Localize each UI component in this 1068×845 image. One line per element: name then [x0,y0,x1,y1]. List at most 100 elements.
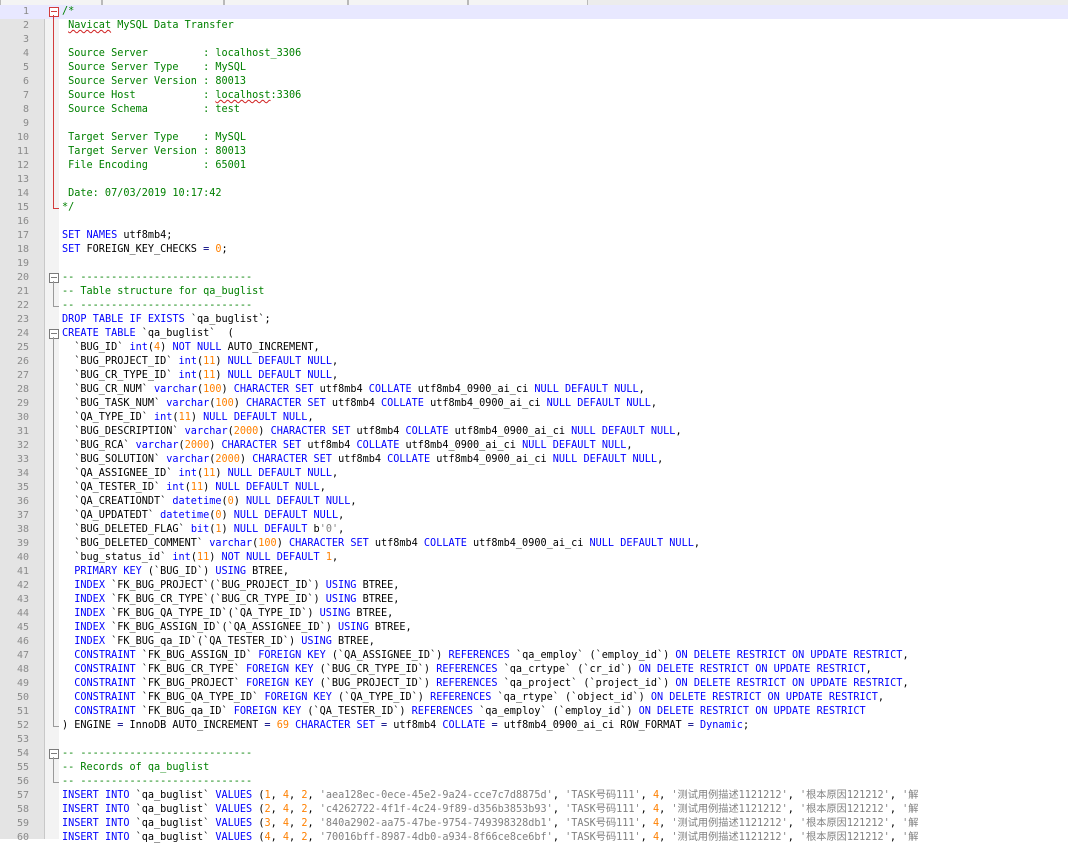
code-line[interactable]: 21 -- Table structure for qa_buglist [0,285,1068,299]
code-line[interactable]: 1 /* [0,5,1068,19]
code-line[interactable]: 25 `BUG_ID` int(4) NOT NULL AUTO_INCREME… [0,341,1068,355]
line-number: 34 [16,468,29,479]
code-line[interactable]: 9 [0,117,1068,131]
fold-toggle-icon[interactable] [49,5,60,19]
code-line[interactable]: 45 INDEX `FK_BUG_ASSIGN_ID`(`QA_ASSIGNEE… [0,621,1068,635]
code-text: Source Host : localhost:3306 [62,90,302,101]
code-line[interactable]: 33 `BUG_SOLUTION` varchar(2000) CHARACTE… [0,453,1068,467]
fold-line-icon [49,593,60,607]
code-line[interactable]: 60 INSERT INTO `qa_buglist` VALUES (4, 4,… [0,831,1068,845]
code-text: CONSTRAINT `FK_BUG_PROJECT` FOREIGN KEY … [74,678,909,689]
code-line[interactable]: 16 [0,215,1068,229]
line-number: 29 [16,398,29,409]
code-text: DROP TABLE IF EXISTS `qa_buglist`; [62,314,271,325]
code-line[interactable]: 7 Source Host : localhost:3306 [0,89,1068,103]
fold-line-icon [49,47,60,61]
code-text: `BUG_CR_TYPE_ID` int(11) NULL DEFAULT NU… [62,370,339,381]
code-line[interactable]: 40 `bug_status_id` int(11) NOT NULL DEFA… [0,551,1068,565]
code-line[interactable]: 10 Target Server Type : MySQL [0,131,1068,145]
code-line[interactable]: 53 [0,733,1068,747]
fold-line-icon [49,159,60,173]
code-line[interactable]: 18 SET FOREIGN_KEY_CHECKS = 0; [0,243,1068,257]
line-number: 46 [16,636,29,647]
code-line[interactable]: 55 -- Records of qa_buglist [0,761,1068,775]
code-line[interactable]: 24 CREATE TABLE `qa_buglist` ( [0,327,1068,341]
code-line[interactable]: 12 File Encoding : 65001 [0,159,1068,173]
code-text: `QA_TESTER_ID` int(11) NULL DEFAULT NULL… [62,482,326,493]
fold-toggle-icon[interactable] [49,747,60,761]
line-number: 4 [22,48,29,59]
line-number: 60 [16,832,29,843]
code-line[interactable]: 49 CONSTRAINT `FK_BUG_PROJECT` FOREIGN K… [0,677,1068,691]
code-line[interactable]: 6 Source Server Version : 80013 [0,75,1068,89]
code-line[interactable]: 37 `QA_UPDATEDT` datetime(0) NULL DEFAUL… [0,509,1068,523]
fold-toggle-icon[interactable] [49,327,60,341]
code-line[interactable]: 17 SET NAMES utf8mb4; [0,229,1068,243]
code-line[interactable]: 23 DROP TABLE IF EXISTS `qa_buglist`; [0,313,1068,327]
code-text: CONSTRAINT `FK_BUG_qa_ID` FOREIGN KEY (`… [74,706,866,717]
fold-toggle-icon[interactable] [49,271,60,285]
code-line[interactable]: 11 Target Server Version : 80013 [0,145,1068,159]
code-line[interactable]: 29 `BUG_TASK_NUM` varchar(100) CHARACTER… [0,397,1068,411]
code-text: `BUG_SOLUTION` varchar(2000) CHARACTER S… [62,454,664,465]
fold-line-icon [49,117,60,131]
code-line[interactable]: 52) ENGINE = InnoDB AUTO_INCREMENT = 69 … [0,719,1068,733]
code-line[interactable]: 43 INDEX `FK_BUG_CR_TYPE`(`BUG_CR_TYPE_I… [0,593,1068,607]
code-text: -- Table structure for qa_buglist [62,286,265,297]
code-line[interactable]: 42 INDEX `FK_BUG_PROJECT`(`BUG_PROJECT_I… [0,579,1068,593]
code-line[interactable]: 5 Source Server Type : MySQL [0,61,1068,75]
code-line[interactable]: 30 `QA_TYPE_ID` int(11) NULL DEFAULT NUL… [0,411,1068,425]
code-line[interactable]: 46 INDEX `FK_BUG_qa_ID`(`QA_TESTER_ID`) … [0,635,1068,649]
code-line[interactable]: 4 Source Server : localhost_3306 [0,47,1068,61]
fold-line-icon [49,649,60,663]
code-line[interactable]: 38 `BUG_DELETED_FLAG` bit(1) NULL DEFAUL… [0,523,1068,537]
code-line[interactable]: 39 `BUG_DELETED_COMMENT` varchar(100) CH… [0,537,1068,551]
code-text: ) ENGINE = InnoDB AUTO_INCREMENT = 69 CH… [62,720,750,731]
code-line[interactable]: 57 INSERT INTO `qa_buglist` VALUES (1, 4,… [0,789,1068,803]
code-line[interactable]: 19 [0,257,1068,271]
code-line[interactable]: 47 CONSTRAINT `FK_BUG_ASSIGN_ID` FOREIGN… [0,649,1068,663]
fold-line-icon [49,411,60,425]
fold-line-icon [49,173,60,187]
code-text: `QA_ASSIGNEE_ID` int(11) NULL DEFAULT NU… [62,468,339,479]
code-line[interactable]: 35 `QA_TESTER_ID` int(11) NULL DEFAULT N… [0,481,1068,495]
line-number: 25 [16,342,29,353]
code-line[interactable]: 54 -- ---------------------------- [0,747,1068,761]
code-line[interactable]: 8 Source Schema : test [0,103,1068,117]
code-line[interactable]: 44 INDEX `FK_BUG_QA_TYPE_ID`(`QA_TYPE_ID… [0,607,1068,621]
fold-line-icon [49,285,60,299]
fold-line-icon [49,621,60,635]
code-line[interactable]: 26 `BUG_PROJECT_ID` int(11) NULL DEFAULT… [0,355,1068,369]
code-line[interactable]: 48 CONSTRAINT `FK_BUG_CR_TYPE` FOREIGN K… [0,663,1068,677]
code-line[interactable]: 27 `BUG_CR_TYPE_ID` int(11) NULL DEFAULT… [0,369,1068,383]
line-number: 57 [16,790,29,801]
line-number: 5 [22,62,29,73]
code-text: INSERT INTO `qa_buglist` VALUES (1, 4, 2… [62,790,919,801]
code-line[interactable]: 14 Date: 07/03/2019 10:17:42 [0,187,1068,201]
code-line[interactable]: 13 [0,173,1068,187]
code-line[interactable]: 50 CONSTRAINT `FK_BUG_QA_TYPE_ID` FOREIG… [0,691,1068,705]
code-text: -- ---------------------------- [62,776,253,787]
code-line[interactable]: 3 [0,33,1068,47]
code-line[interactable]: 58 INSERT INTO `qa_buglist` VALUES (2, 4,… [0,803,1068,817]
code-line[interactable]: 36 `QA_CREATIONDT` datetime(0) NULL DEFA… [0,495,1068,509]
line-number: 26 [16,356,29,367]
code-line[interactable]: 56 -- ---------------------------- [0,775,1068,789]
code-line[interactable]: 41 PRIMARY KEY (`BUG_ID`) USING BTREE, [0,565,1068,579]
code-line[interactable]: 15 */ [0,201,1068,215]
code-line[interactable]: 32 `BUG_RCA` varchar(2000) CHARACTER SET… [0,439,1068,453]
code-line[interactable]: 51 CONSTRAINT `FK_BUG_qa_ID` FOREIGN KEY… [0,705,1068,719]
code-line[interactable]: 20 -- ---------------------------- [0,271,1068,285]
code-text: Source Schema : test [62,104,240,115]
code-line[interactable]: 31 `BUG_DESCRIPTION` varchar(2000) CHARA… [0,425,1068,439]
fold-line-icon [49,663,60,677]
code-text: INDEX `FK_BUG_ASSIGN_ID`(`QA_ASSIGNEE_ID… [74,622,412,633]
code-editor[interactable]: 1/* 2 Navicat MySQL Data Transfer 3 4 Sourc… [0,5,1068,845]
code-line[interactable]: 59 INSERT INTO `qa_buglist` VALUES (3, 4,… [0,817,1068,831]
code-line[interactable]: 28 `BUG_CR_NUM` varchar(100) CHARACTER S… [0,383,1068,397]
fold-line-icon [49,383,60,397]
code-line[interactable]: 34 `QA_ASSIGNEE_ID` int(11) NULL DEFAULT… [0,467,1068,481]
code-line[interactable]: 2 Navicat MySQL Data Transfer [0,19,1068,33]
code-line[interactable]: 22 -- ---------------------------- [0,299,1068,313]
fold-line-icon [49,761,60,775]
